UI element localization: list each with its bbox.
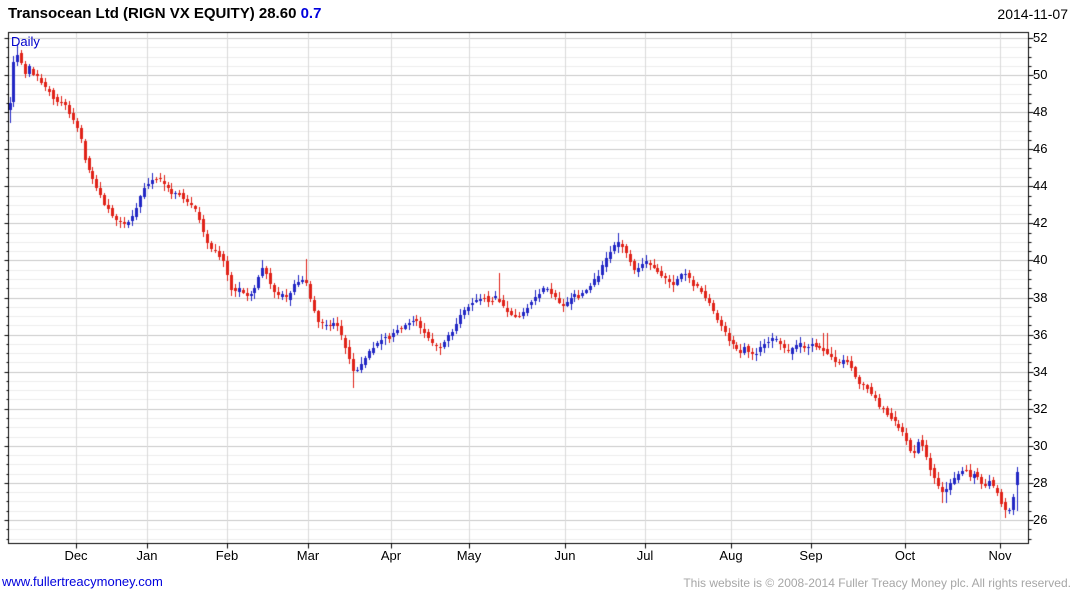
x-axis-month-label: Jun bbox=[554, 548, 576, 563]
y-axis-tick-label: 34 bbox=[1033, 364, 1048, 379]
y-axis-tick-label: 28 bbox=[1033, 475, 1048, 490]
x-axis-month-label: Mar bbox=[296, 548, 320, 563]
y-axis-tick-label: 44 bbox=[1033, 178, 1048, 193]
y-axis-tick-label: 52 bbox=[1033, 30, 1048, 45]
x-axis-month-label: Dec bbox=[64, 548, 88, 563]
x-axis-month-label: Jul bbox=[636, 548, 654, 563]
y-axis-tick-label: 26 bbox=[1033, 512, 1048, 527]
y-axis-tick-label: 30 bbox=[1033, 438, 1048, 453]
y-axis-tick-label: 42 bbox=[1033, 215, 1048, 230]
x-axis-month-label: Apr bbox=[380, 548, 402, 563]
y-axis-tick-label: 40 bbox=[1033, 252, 1048, 267]
y-axis-tick-label: 46 bbox=[1033, 141, 1048, 156]
site-link[interactable]: www.fullertreacymoney.com bbox=[2, 574, 163, 589]
chart-window: Transocean Ltd (RIGN VX EQUITY) 28.60 0.… bbox=[0, 0, 1075, 600]
x-axis-month-label: Nov bbox=[988, 548, 1012, 563]
y-axis-tick-label: 48 bbox=[1033, 104, 1048, 119]
x-axis-month-label: Sep bbox=[799, 548, 823, 563]
x-axis-month-label: Aug bbox=[719, 548, 743, 563]
timeframe-label: Daily bbox=[11, 34, 40, 49]
y-axis-tick-label: 32 bbox=[1033, 401, 1048, 416]
x-axis-month-label: Oct bbox=[894, 548, 916, 563]
y-axis-tick-label: 50 bbox=[1033, 67, 1048, 82]
x-axis-month-label: May bbox=[456, 548, 482, 563]
price-chart-canvas[interactable] bbox=[0, 0, 1075, 600]
y-axis-tick-label: 38 bbox=[1033, 290, 1048, 305]
x-axis-month-label: Jan bbox=[136, 548, 158, 563]
x-axis-month-label: Feb bbox=[215, 548, 239, 563]
y-axis-tick-label: 36 bbox=[1033, 327, 1048, 342]
copyright-text: This website is © 2008-2014 Fuller Treac… bbox=[683, 576, 1071, 590]
